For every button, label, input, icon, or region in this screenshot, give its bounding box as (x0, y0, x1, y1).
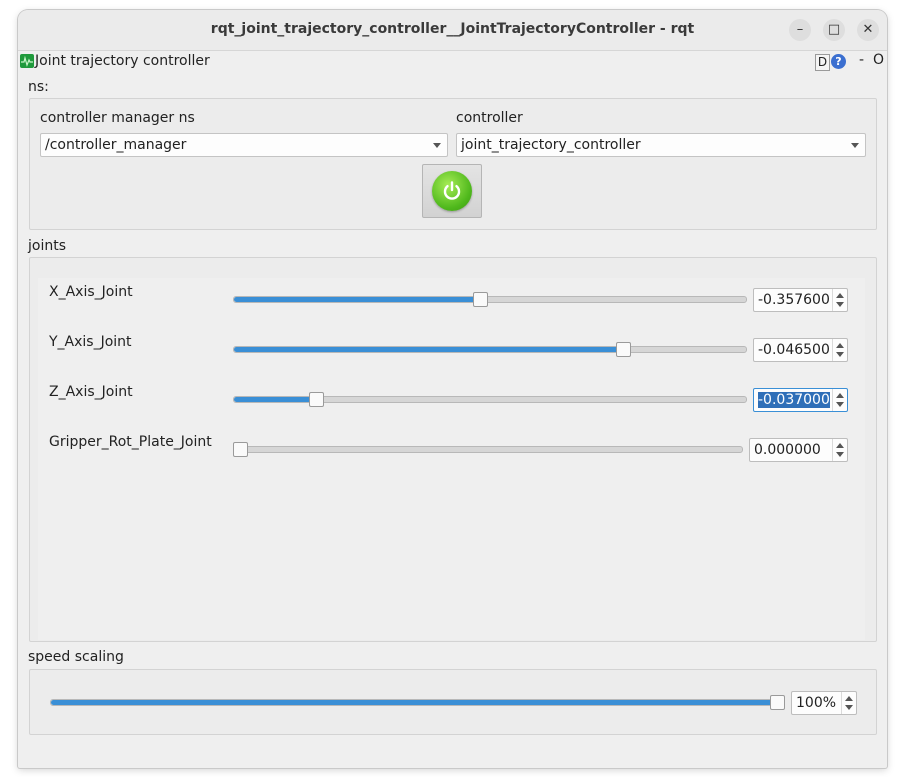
spin-down-icon[interactable] (836, 352, 844, 357)
speed-spinbox[interactable]: 100% (791, 691, 857, 715)
dock-minimize-button[interactable]: - (859, 52, 864, 68)
slider-handle[interactable] (770, 695, 785, 710)
spin-up-icon[interactable] (836, 393, 844, 398)
joint-slider[interactable] (233, 292, 747, 307)
power-icon (432, 171, 472, 211)
dock-d-button[interactable]: D (815, 54, 830, 71)
spin-up-icon[interactable] (836, 443, 844, 448)
joints-panel (38, 278, 865, 640)
spin-up-icon[interactable] (836, 343, 844, 348)
spin-arrows[interactable] (832, 439, 847, 461)
joint-name: Y_Axis_Joint (49, 334, 132, 350)
dock-title: Joint trajectory controller (35, 53, 210, 69)
dock-close-button[interactable]: O (873, 52, 884, 68)
slider-handle[interactable] (233, 442, 248, 457)
controller-manager-value: /controller_manager (45, 137, 187, 153)
slider-fill (234, 397, 316, 402)
chevron-down-icon (433, 143, 441, 148)
speed-value: 100% (796, 695, 837, 711)
controller-manager-select[interactable]: /controller_manager (40, 133, 448, 157)
joint-value: -0.357600 (758, 292, 830, 308)
joint-name: X_Axis_Joint (49, 284, 133, 300)
controller-manager-label: controller manager ns (40, 110, 195, 126)
joint-value-spinbox[interactable]: -0.357600 (753, 288, 848, 312)
joint-value: -0.037000 (758, 392, 830, 408)
spin-arrows[interactable] (832, 339, 847, 361)
joint-slider[interactable] (233, 442, 743, 457)
joint-value: 0.000000 (754, 442, 821, 458)
joint-value-spinbox[interactable]: -0.046500 (753, 338, 848, 362)
controller-value: joint_trajectory_controller (461, 137, 641, 153)
controller-label: controller (456, 110, 523, 126)
joint-value-spinbox[interactable]: 0.000000 (749, 438, 848, 462)
joint-value: -0.046500 (758, 342, 830, 358)
spin-down-icon[interactable] (836, 452, 844, 457)
spin-arrows[interactable] (832, 389, 847, 411)
window-title: rqt_joint_trajectory_controller__JointTr… (210, 21, 695, 37)
joint-slider[interactable] (233, 392, 747, 407)
spin-down-icon[interactable] (836, 402, 844, 407)
spin-arrows[interactable] (832, 289, 847, 311)
maximize-icon[interactable]: □ (823, 19, 845, 41)
spin-arrows[interactable] (841, 692, 856, 714)
joint-slider[interactable] (233, 342, 747, 357)
joint-name: Gripper_Rot_Plate_Joint (49, 434, 212, 450)
slider-fill (234, 347, 623, 352)
chevron-down-icon (851, 143, 859, 148)
slider-handle[interactable] (616, 342, 631, 357)
slider-fill (234, 297, 480, 302)
slider-handle[interactable] (473, 292, 488, 307)
joints-section-label: joints (28, 238, 67, 254)
close-icon[interactable]: ✕ (857, 19, 879, 41)
minimize-icon[interactable]: – (789, 19, 811, 41)
spin-down-icon[interactable] (836, 302, 844, 307)
app-window: rqt_joint_trajectory_controller__JointTr… (18, 10, 887, 768)
joint-value-spinbox[interactable]: -0.037000 (753, 388, 848, 412)
joint-name: Z_Axis_Joint (49, 384, 133, 400)
speed-section-label: speed scaling (28, 649, 124, 665)
plugin-icon (20, 54, 34, 68)
slider-handle[interactable] (309, 392, 324, 407)
spin-down-icon[interactable] (845, 705, 853, 710)
speed-slider[interactable] (50, 695, 785, 710)
controller-select[interactable]: joint_trajectory_controller (456, 133, 866, 157)
spin-up-icon[interactable] (836, 293, 844, 298)
enable-controller-button[interactable] (422, 164, 482, 218)
title-bar[interactable]: rqt_joint_trajectory_controller__JointTr… (18, 10, 887, 51)
slider-fill (51, 700, 783, 705)
help-icon[interactable]: ? (831, 54, 846, 69)
spin-up-icon[interactable] (845, 696, 853, 701)
dock-title-bar: Joint trajectory controller D ? - O (18, 52, 887, 72)
ns-section-label: ns: (28, 79, 49, 95)
